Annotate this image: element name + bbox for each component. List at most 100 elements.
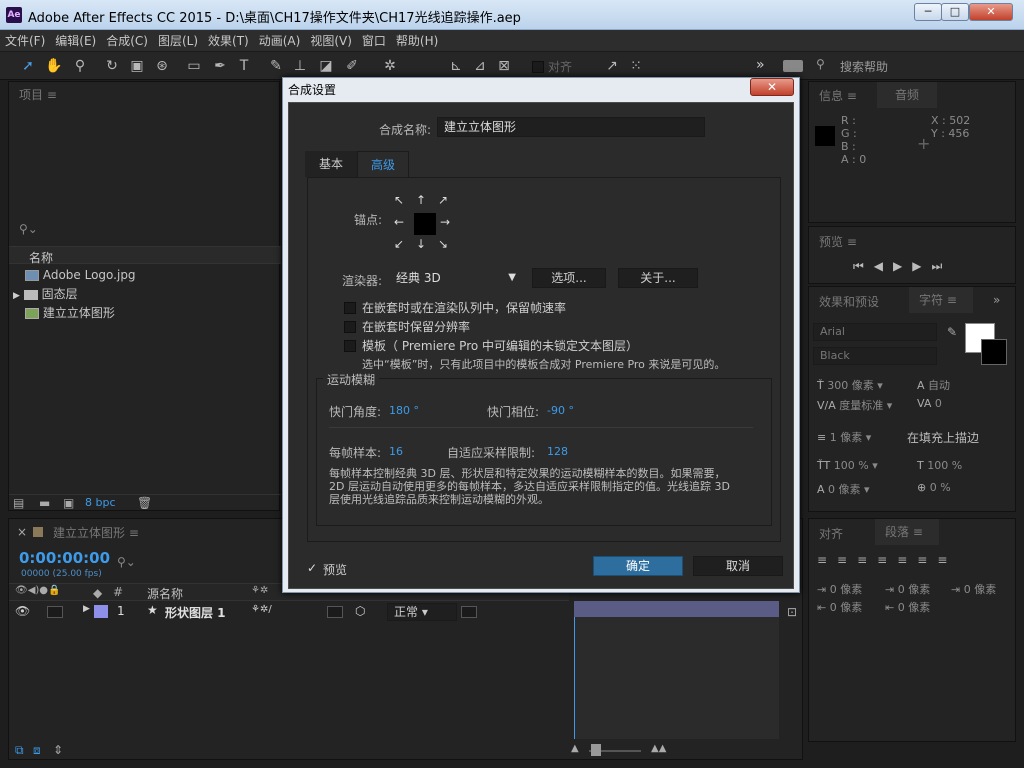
eraser-tool-icon[interactable]: ◪ (316, 56, 336, 76)
layer-search-icon[interactable]: ⚲⌄ (117, 555, 136, 569)
timeline-toggle-icon[interactable]: ⇕ (53, 743, 63, 757)
pan-behind-tool-icon[interactable]: ⊛ (152, 56, 172, 76)
column-source-name[interactable]: 源名称 (147, 585, 183, 602)
camera-tool-icon[interactable]: ▣ (127, 56, 147, 76)
timeline-close-icon[interactable]: × (17, 525, 27, 539)
pen-tool-icon[interactable]: ✒ (210, 56, 230, 76)
anchor-bottom-right-icon[interactable]: ↘ (438, 237, 448, 251)
menu-composition[interactable]: 合成(C) (101, 30, 153, 52)
menu-help[interactable]: 帮助(H) (391, 30, 443, 52)
list-item[interactable]: 建立立体图形 (25, 304, 275, 323)
panel-more-icon[interactable]: » (993, 293, 1000, 307)
menu-layer[interactable]: 图层(L) (153, 30, 203, 52)
timeline-lock-icon[interactable]: ⊡ (787, 605, 797, 619)
anchor-bottom-icon[interactable]: ↓ (416, 237, 426, 251)
layer-switches-icons[interactable]: ⚘✲/ (251, 604, 272, 615)
tab-paragraph[interactable]: 段落 ≡ (875, 519, 939, 545)
anchor-right-icon[interactable]: → (440, 215, 450, 229)
bpc-button[interactable]: 8 bpc (85, 496, 116, 509)
anchor-top-icon[interactable]: ↑ (416, 193, 426, 207)
rotate-tool-icon[interactable]: ↻ (102, 56, 122, 76)
snap-option-icon[interactable]: ↗ (602, 56, 622, 76)
menu-file[interactable]: 文件(F) (0, 30, 50, 52)
font-style-select[interactable]: Black (813, 347, 937, 365)
snap-grid-icon[interactable]: ⁙ (626, 56, 646, 76)
layer-color-label[interactable] (94, 605, 108, 618)
search-help-input[interactable]: 搜索帮助 (840, 58, 888, 75)
project-search-icon[interactable]: ⚲⌄ (19, 222, 38, 236)
eye-icon[interactable]: 👁 (15, 604, 30, 618)
stroke-color-swatch[interactable] (981, 339, 1007, 365)
tab-info[interactable]: 信息 ≡ (819, 87, 857, 104)
renderer-select[interactable]: 经典 3D ▼ (392, 268, 520, 288)
selection-tool-icon[interactable]: ➚ (18, 56, 38, 76)
comp-name-input[interactable]: 建立立体图形 (437, 117, 705, 137)
roto-brush-tool-icon[interactable]: ✐ (342, 56, 362, 76)
playback-controls[interactable]: ⏮◀▶▶⏭ (853, 259, 952, 274)
text-tool-icon[interactable]: T (234, 56, 254, 76)
anchor-center[interactable] (414, 213, 436, 235)
new-folder-icon[interactable]: ▬ (39, 496, 50, 510)
maximize-button[interactable]: □ (941, 3, 969, 21)
new-comp-icon[interactable]: ▣ (63, 496, 74, 510)
menu-window[interactable]: 窗口 (357, 30, 391, 52)
window-close-button[interactable]: ✕ (969, 3, 1013, 21)
timecode-display[interactable]: 0:00:00:00 (19, 549, 110, 567)
zoom-slider-handle[interactable] (591, 744, 601, 756)
list-item[interactable]: ▶ 固态层 (13, 285, 273, 304)
anchor-top-left-icon[interactable]: ↖ (394, 193, 404, 207)
anchor-left-icon[interactable]: ← (394, 215, 404, 229)
tab-advanced[interactable]: 高级 (357, 151, 409, 177)
eyedropper-icon[interactable]: ✎ (947, 325, 957, 339)
blend-mode-select[interactable]: 正常 ▾ (387, 603, 457, 621)
clone-stamp-tool-icon[interactable]: ⊥ (290, 56, 310, 76)
template-checkbox[interactable] (344, 340, 356, 352)
preserve-resolution-checkbox[interactable] (344, 321, 356, 333)
3d-layer-icon[interactable]: ⬡ (355, 604, 365, 618)
cancel-button[interactable]: 取消 (693, 556, 783, 576)
layer-expand-icon[interactable]: ▶ (83, 604, 90, 614)
list-item[interactable]: Adobe Logo.jpg (25, 266, 275, 285)
brush-tool-icon[interactable]: ✎ (266, 56, 286, 76)
layer-name[interactable]: 形状图层 1 (165, 604, 226, 621)
tab-basic[interactable]: 基本 (305, 151, 357, 177)
tab-character[interactable]: 字符 ≡ (909, 287, 973, 313)
table-row[interactable]: 👁 ▶ 1 ★ 形状图层 1 ⚘✲/ ⬡ 正常 ▾ (9, 602, 569, 622)
ok-button[interactable]: 确定 (593, 556, 683, 576)
rectangle-tool-icon[interactable]: ▭ (184, 56, 204, 76)
tab-audio[interactable]: 音频 (877, 82, 937, 108)
view-axis-icon[interactable]: ⊠ (494, 56, 514, 76)
anchor-grid[interactable]: ↖ ↑ ↗ ← → ↙ ↓ ↘ (392, 191, 460, 257)
shutter-angle-value[interactable]: 180 ° (389, 404, 419, 417)
stroke-mode-select[interactable]: 在填充上描边 (907, 429, 979, 446)
solo-switch[interactable] (47, 606, 63, 618)
expand-arrow-icon[interactable]: ▶ (13, 291, 20, 301)
dialog-close-button[interactable]: ✕ (750, 78, 794, 96)
puppet-tool-icon[interactable]: ✲ (380, 56, 400, 76)
samples-value[interactable]: 16 (389, 445, 403, 458)
minimize-button[interactable]: ─ (914, 3, 942, 21)
timeline-comp-tab[interactable]: 建立立体图形 ≡ (53, 524, 139, 541)
motion-blur-switch[interactable] (327, 606, 343, 618)
preserve-framerate-checkbox[interactable] (344, 302, 356, 314)
renderer-options-button[interactable]: 选项... (532, 268, 606, 288)
track-matte-switch[interactable] (461, 606, 477, 618)
renderer-about-button[interactable]: 关于... (618, 268, 698, 288)
anchor-bottom-left-icon[interactable]: ↙ (394, 237, 404, 251)
paragraph-align-buttons[interactable]: ≡≡≡≡≡≡≡ (817, 553, 957, 567)
zoom-tool-icon[interactable]: ⚲ (70, 56, 90, 76)
interpret-footage-icon[interactable]: ▤ (13, 496, 24, 510)
column-name[interactable]: 名称 (29, 249, 53, 266)
anchor-top-right-icon[interactable]: ↗ (438, 193, 448, 207)
workspace-icon[interactable] (783, 60, 803, 72)
graph-editor-icon[interactable]: ⧈ (33, 743, 41, 758)
panel-menu-icon[interactable]: ≡ (47, 88, 57, 102)
zoom-in-icon[interactable]: ▲▲ (651, 743, 666, 754)
snap-checkbox[interactable] (532, 61, 544, 73)
toolbar-more-icon[interactable]: » (756, 57, 765, 73)
menu-effect[interactable]: 效果(T) (203, 30, 254, 52)
local-axis-icon[interactable]: ⊾ (446, 56, 466, 76)
world-axis-icon[interactable]: ⊿ (470, 56, 490, 76)
hand-tool-icon[interactable]: ✋ (44, 56, 64, 76)
menu-edit[interactable]: 编辑(E) (50, 30, 101, 52)
